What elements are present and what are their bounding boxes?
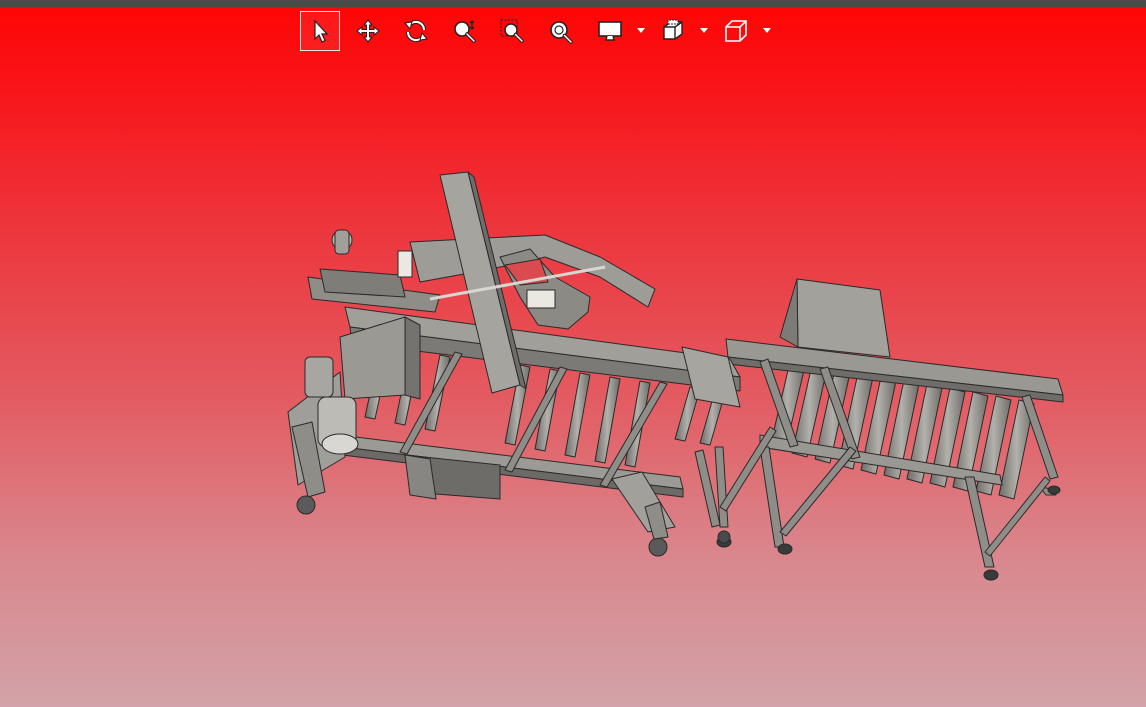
select-tool-button[interactable] <box>300 11 340 51</box>
3d-model-conveyor-assembly[interactable] <box>0 7 1146 707</box>
select-arrow-icon <box>314 19 329 43</box>
chevron-down-icon <box>700 28 708 33</box>
zoom-window-button[interactable] <box>492 11 532 51</box>
zoom-window-icon <box>500 19 524 43</box>
chevron-down-icon <box>637 28 645 33</box>
rotate-tool-button[interactable] <box>396 11 436 51</box>
roller-conveyor-section <box>714 278 1064 581</box>
zoom-fit-icon <box>550 21 573 44</box>
standard-views-dropdown[interactable] <box>762 23 772 39</box>
3d-viewport[interactable] <box>0 7 1146 707</box>
section-view-icon <box>663 19 683 40</box>
section-view-button[interactable] <box>653 11 693 51</box>
window-top-strip <box>0 0 1146 7</box>
section-view-dropdown[interactable] <box>699 23 709 39</box>
pan-move-icon <box>356 19 380 43</box>
zoom-fit-button[interactable] <box>540 11 580 51</box>
display-mode-dropdown[interactable] <box>636 23 646 39</box>
chevron-down-icon <box>763 28 771 33</box>
pan-tool-button[interactable] <box>348 11 388 51</box>
standard-views-button[interactable] <box>716 11 756 51</box>
standard-views-icon <box>725 20 747 42</box>
display-mode-button[interactable] <box>590 11 630 51</box>
zoom-icon <box>454 20 476 43</box>
rotate-icon <box>404 19 428 43</box>
display-mode-icon <box>598 21 622 41</box>
zoom-tool-button[interactable] <box>444 11 484 51</box>
